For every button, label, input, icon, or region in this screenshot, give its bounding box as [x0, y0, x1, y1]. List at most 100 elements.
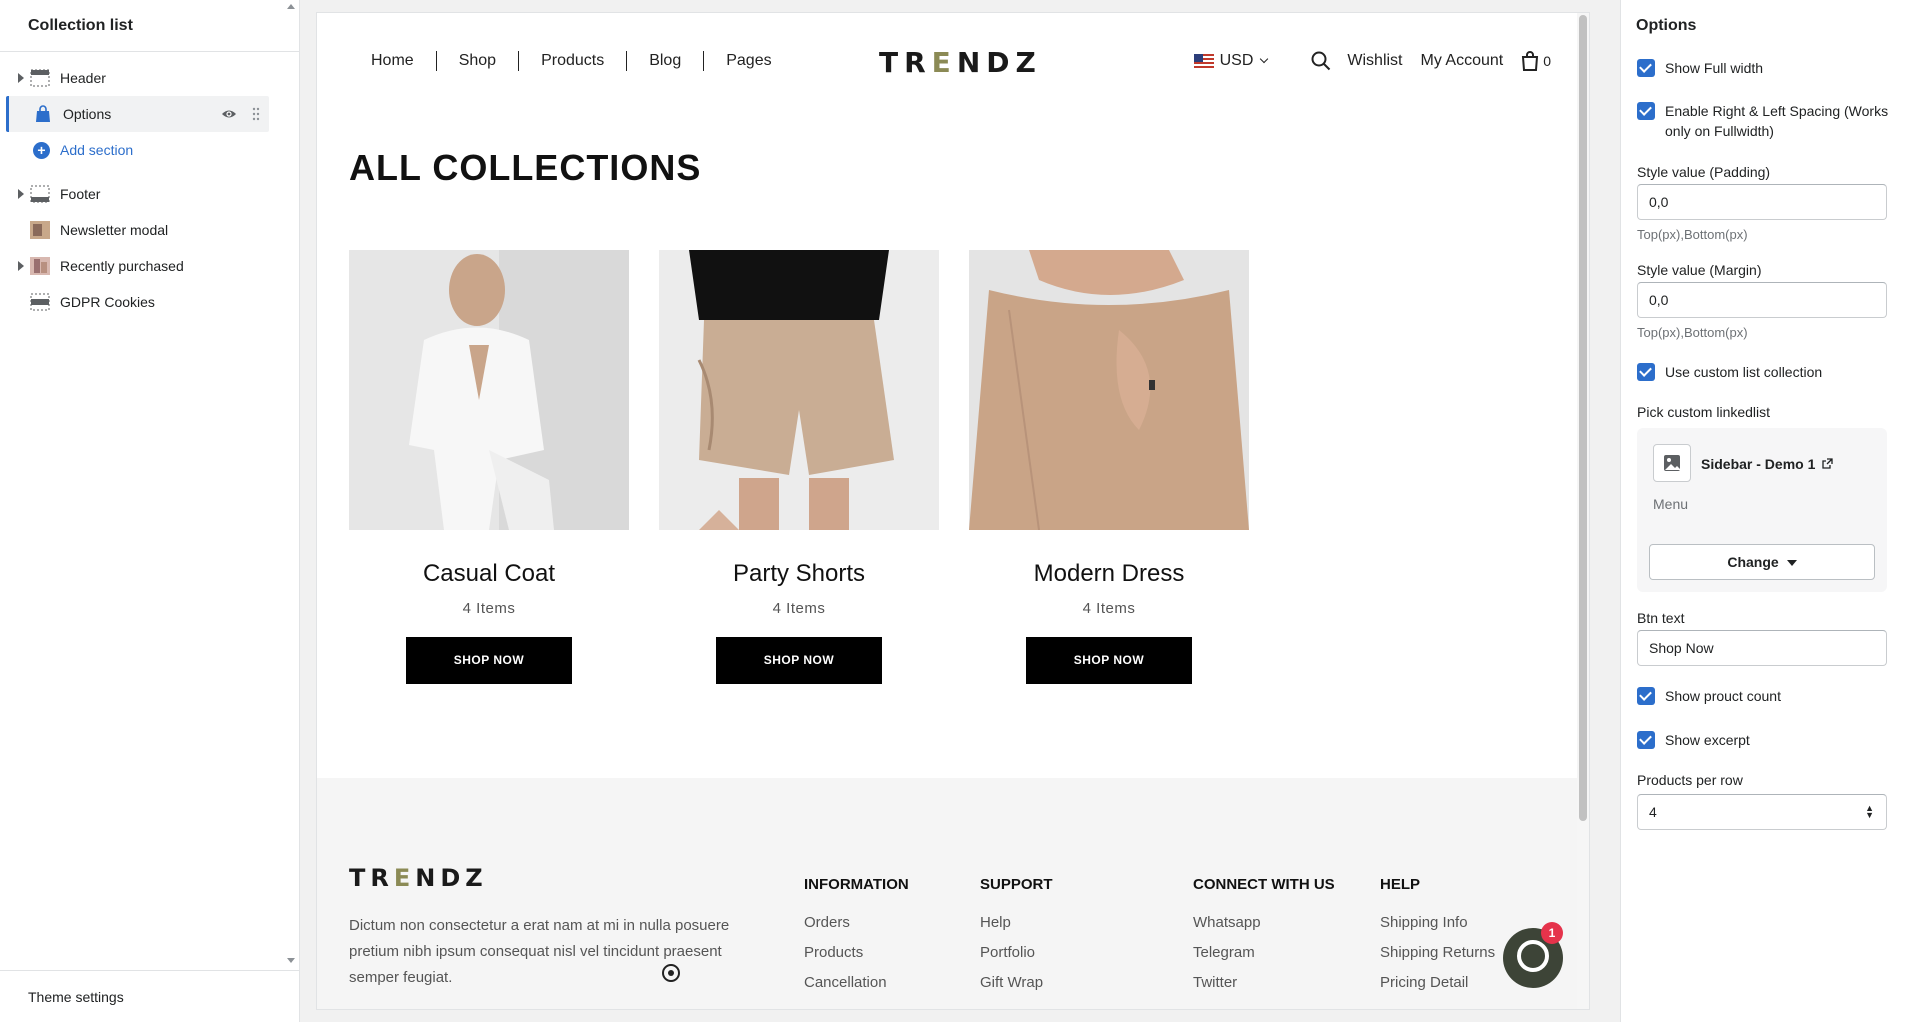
- sidebar-item-options[interactable]: Options: [6, 96, 269, 132]
- panel-title: Options: [1636, 17, 1697, 34]
- footer-link[interactable]: Telegram: [1193, 943, 1335, 963]
- per-row-select[interactable]: 4 ▲ ▼: [1637, 794, 1887, 830]
- store-logo[interactable]: TRENDZ: [879, 46, 1042, 79]
- padding-input[interactable]: 0,0: [1637, 184, 1887, 220]
- collection-card: Party Shorts 4 Items SHOP NOW: [659, 250, 939, 684]
- checkbox-checked-icon[interactable]: [1637, 363, 1655, 381]
- sidebar-item-footer[interactable]: Footer: [0, 176, 299, 212]
- show-excerpt-checkbox[interactable]: Show excerpt: [1637, 730, 1892, 750]
- enable-spacing-checkbox[interactable]: Enable Right & Left Spacing (Works only …: [1637, 101, 1892, 141]
- scroll-down-arrow-icon[interactable]: [287, 958, 295, 963]
- select-arrows-icon: ▲ ▼: [1865, 803, 1874, 820]
- footer-link[interactable]: Gift Wrap: [980, 973, 1053, 993]
- sidebar-item-label: Options: [63, 106, 112, 122]
- nav-home[interactable]: Home: [371, 51, 437, 71]
- collection-card: Casual Coat 4 Items SHOP NOW: [349, 250, 629, 684]
- nav-products[interactable]: Products: [519, 51, 628, 71]
- collection-card: Modern Dress 4 Items SHOP NOW: [969, 250, 1249, 684]
- collection-icon: [36, 105, 50, 122]
- checkbox-checked-icon[interactable]: [1637, 102, 1655, 120]
- sidebar-item-label: GDPR Cookies: [60, 294, 155, 310]
- image-thumbnail-icon: [30, 257, 50, 275]
- search-icon[interactable]: [1311, 51, 1331, 71]
- linkedlist-name-text: Sidebar - Demo 1: [1701, 456, 1816, 472]
- checkbox-checked-icon[interactable]: [1637, 59, 1655, 77]
- margin-input[interactable]: 0,0: [1637, 282, 1887, 318]
- wishlist-link[interactable]: Wishlist: [1347, 52, 1402, 70]
- sidebar-item-newsletter[interactable]: Newsletter modal: [0, 212, 299, 248]
- sidebar-item-gdpr[interactable]: GDPR Cookies: [0, 284, 299, 320]
- footer-link[interactable]: Shipping Info: [1380, 913, 1495, 933]
- padding-hint: Top(px),Bottom(px): [1637, 227, 1748, 242]
- cart-icon[interactable]: [1521, 51, 1539, 71]
- footer-link[interactable]: Twitter: [1193, 973, 1335, 993]
- scroll-up-arrow-icon[interactable]: [287, 4, 295, 9]
- show-full-width-checkbox[interactable]: Show Full width: [1637, 58, 1892, 78]
- nav-shop[interactable]: Shop: [437, 51, 520, 71]
- checkbox-checked-icon[interactable]: [1637, 687, 1655, 705]
- caret-down-icon: [1786, 560, 1797, 567]
- collection-name[interactable]: Party Shorts: [659, 560, 939, 588]
- per-row-label: Products per row: [1637, 772, 1743, 788]
- change-button[interactable]: Change: [1649, 544, 1875, 580]
- collection-count: 4 Items: [772, 600, 826, 617]
- expand-caret-icon[interactable]: [18, 189, 24, 199]
- chat-button[interactable]: 1: [1503, 922, 1563, 988]
- sidebar-item-recently-purchased[interactable]: Recently purchased: [0, 248, 299, 284]
- btn-text-input[interactable]: Shop Now: [1637, 630, 1887, 666]
- cart-count: 0: [1543, 53, 1551, 69]
- expand-caret-icon[interactable]: [18, 73, 24, 83]
- drag-handle-icon[interactable]: [251, 106, 261, 122]
- store-footer: TRENDZ Dictum non consectetur a erat nam…: [317, 778, 1579, 1009]
- theme-settings-link[interactable]: Theme settings: [0, 970, 300, 1022]
- footer-link[interactable]: Help: [980, 913, 1053, 933]
- image-placeholder-icon: [1653, 444, 1691, 482]
- footer-heading: SUPPORT: [980, 876, 1053, 893]
- sidebar-item-header[interactable]: Header: [0, 60, 299, 96]
- footer-link[interactable]: Cancellation: [804, 973, 909, 993]
- linkedlist-picker: Sidebar - Demo 1 Menu Change: [1637, 428, 1887, 592]
- footer-logo[interactable]: TRENDZ: [349, 864, 488, 892]
- expand-caret-icon[interactable]: [18, 261, 24, 271]
- checkbox-label: Show prouct count: [1665, 688, 1781, 704]
- btn-text-label: Btn text: [1637, 610, 1685, 626]
- external-link-icon[interactable]: [1822, 458, 1833, 469]
- checkbox-checked-icon[interactable]: [1637, 731, 1655, 749]
- checkbox-label: Show excerpt: [1665, 732, 1750, 748]
- us-flag-icon: [1193, 54, 1214, 68]
- footer-column-help: HELP Shipping Info Shipping Returns Pric…: [1380, 876, 1495, 1003]
- collection-image[interactable]: [969, 250, 1249, 530]
- show-count-checkbox[interactable]: Show prouct count: [1637, 686, 1892, 706]
- collection-count: 4 Items: [462, 600, 516, 617]
- use-custom-list-checkbox[interactable]: Use custom list collection: [1637, 362, 1892, 382]
- shop-now-button[interactable]: SHOP NOW: [1026, 637, 1192, 684]
- collection-grid: Casual Coat 4 Items SHOP NOW Party Short…: [349, 250, 1249, 684]
- footer-link[interactable]: Orders: [804, 913, 909, 933]
- padding-label: Style value (Padding): [1637, 164, 1771, 180]
- footer-link[interactable]: Whatsapp: [1193, 913, 1335, 933]
- section-sidebar: Collection list Header Options + Add sec…: [0, 0, 300, 1022]
- eye-icon[interactable]: [221, 107, 237, 121]
- checkbox-label: Show Full width: [1665, 60, 1764, 76]
- collection-name[interactable]: Modern Dress: [969, 560, 1249, 588]
- footer-link[interactable]: Pricing Detail: [1380, 973, 1495, 993]
- footer-link[interactable]: Shipping Returns: [1380, 943, 1495, 963]
- currency-selector[interactable]: USD: [1220, 52, 1254, 70]
- collection-image[interactable]: [659, 250, 939, 530]
- preview-scrollbar[interactable]: [1577, 13, 1589, 1009]
- nav-blog[interactable]: Blog: [627, 51, 705, 71]
- shop-now-button[interactable]: SHOP NOW: [716, 637, 882, 684]
- collection-image[interactable]: [349, 250, 629, 530]
- cursor-ring-icon: [662, 964, 680, 982]
- linkedlist-name[interactable]: Sidebar - Demo 1: [1701, 456, 1833, 472]
- collection-name[interactable]: Casual Coat: [349, 560, 629, 588]
- account-link[interactable]: My Account: [1421, 52, 1504, 70]
- add-section-button[interactable]: + Add section: [0, 132, 299, 168]
- checkbox-label: Use custom list collection: [1665, 364, 1823, 380]
- footer-link[interactable]: Portfolio: [980, 943, 1053, 963]
- footer-link[interactable]: Products: [804, 943, 909, 963]
- shop-now-button[interactable]: SHOP NOW: [406, 637, 572, 684]
- nav-pages[interactable]: Pages: [704, 51, 793, 71]
- scrollbar-thumb[interactable]: [1579, 15, 1587, 821]
- chat-bubble-icon: [1517, 940, 1549, 972]
